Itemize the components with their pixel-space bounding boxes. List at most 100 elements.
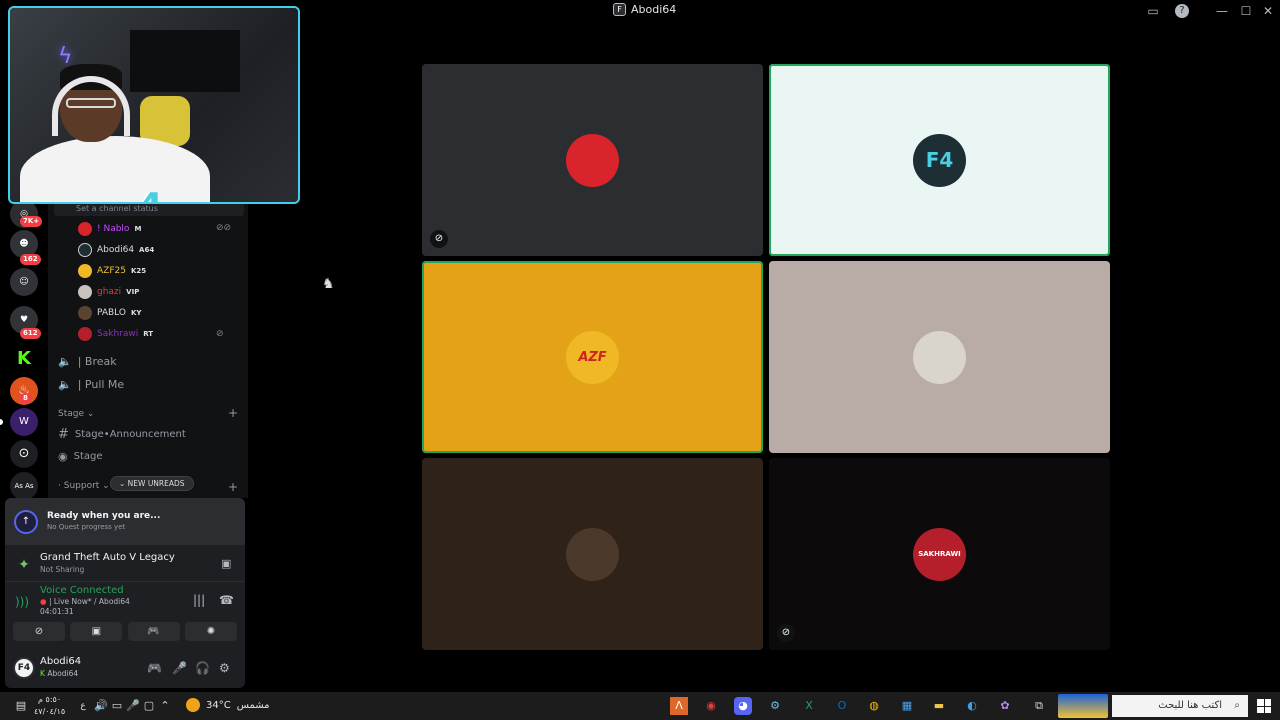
- soundboard-button[interactable]: ✺: [184, 622, 237, 641]
- windows-start-icon[interactable]: [1257, 699, 1271, 713]
- add-channel-icon[interactable]: +: [228, 406, 238, 420]
- voice-action-buttons: ⊘ ▣ 🎮 ✺: [13, 622, 237, 641]
- voice-member[interactable]: Abodi64 A64: [78, 240, 154, 260]
- app-icon[interactable]: ◉: [702, 697, 720, 715]
- copilot-icon[interactable]: ✿: [996, 697, 1014, 715]
- unread-badge: 8: [20, 393, 31, 404]
- chrome-icon[interactable]: ◍: [865, 697, 883, 715]
- store-icon[interactable]: ▦: [898, 697, 916, 715]
- kick-icon: K: [40, 669, 45, 678]
- voice-channel-break[interactable]: 🔈 | Break: [58, 351, 117, 371]
- voice-member[interactable]: ! Nablo M: [78, 219, 141, 239]
- server-folder-icon[interactable]: As As: [10, 472, 38, 500]
- discord-window: F Abodi64 ▭ ? — ☐ ✕ ◎ 7K+ ☻ 162 ☺ ♥ 612 …: [0, 0, 1280, 692]
- voice-member[interactable]: PABLO KY: [78, 303, 141, 323]
- headphones-icon[interactable]: 🎧: [195, 661, 210, 675]
- notifications-icon[interactable]: ▤: [12, 697, 30, 715]
- user-status-text: Abodi64: [47, 669, 79, 678]
- member-tag: VIP: [126, 288, 140, 296]
- avatar[interactable]: F4: [13, 657, 35, 679]
- channel-status-field[interactable]: Set a channel status: [54, 202, 244, 216]
- video-tile[interactable]: F4: [769, 64, 1110, 256]
- current-user: F4 Abodi64 K Abodi64 🎮 🎤 🎧 ⚙: [5, 653, 245, 687]
- category-support[interactable]: · Support ⌄: [58, 481, 110, 491]
- taskbar-clock[interactable]: ٥:٥٠ م ٤٧/٠٤/١٥: [34, 694, 65, 718]
- game-icon: ✦: [18, 557, 30, 573]
- channel-name: | Pull Me: [77, 377, 125, 391]
- edge-icon[interactable]: ◐: [963, 697, 981, 715]
- disconnect-icon[interactable]: ☎: [219, 593, 234, 607]
- close-button[interactable]: ✕: [1256, 2, 1280, 20]
- new-unreads-pill[interactable]: ⌄ NEW UNREADS: [110, 476, 194, 491]
- member-name: AZF25: [97, 266, 126, 276]
- avatar: [78, 243, 92, 257]
- voice-channel-pull-me[interactable]: 🔈 | Pull Me: [58, 374, 124, 394]
- webcam-overlay: ϟ 4: [8, 6, 300, 204]
- participant-avatar: AZF: [566, 331, 619, 384]
- member-tag: K25: [130, 267, 147, 275]
- channel-sidebar: Set a channel status ! Nablo M ⊘⊘ Abodi6…: [48, 200, 248, 498]
- maximize-button[interactable]: ☐: [1234, 2, 1258, 20]
- window-title-text: Abodi64: [631, 3, 677, 16]
- task-view-icon[interactable]: ⧉: [1030, 697, 1048, 715]
- outlook-icon[interactable]: O: [833, 697, 851, 715]
- user-panel: ↑ Ready when you are... No Quest progres…: [5, 498, 245, 688]
- kick-server-icon[interactable]: K: [10, 345, 38, 373]
- member-name: ! Nablo: [97, 224, 130, 234]
- user-name[interactable]: Abodi64: [40, 656, 81, 667]
- server-folder-icon[interactable]: ☺: [10, 268, 38, 296]
- share-screen-icon[interactable]: ▣: [221, 557, 231, 570]
- avatar: [78, 306, 92, 320]
- inbox-icon[interactable]: ▭: [1145, 3, 1161, 19]
- video-tile[interactable]: SAKHRAWI ⊘: [769, 458, 1110, 650]
- activities-button[interactable]: 🎮: [127, 622, 180, 641]
- voice-member[interactable]: Sakhrawi RT: [78, 324, 153, 344]
- participant-avatar: [913, 331, 966, 384]
- widgets-thumbnail[interactable]: [1058, 694, 1108, 718]
- weather-widget[interactable]: 34°C مشمس: [186, 698, 270, 712]
- w-server-icon[interactable]: W: [10, 408, 38, 436]
- member-name: Sakhrawi: [97, 329, 139, 339]
- screen-share-button[interactable]: ▣: [70, 622, 123, 641]
- discover-icon[interactable]: ⊙: [10, 440, 38, 468]
- discord-taskbar-icon[interactable]: ◕: [734, 697, 752, 715]
- user-status: K Abodi64: [40, 669, 78, 678]
- game-controller-icon[interactable]: 🎮: [147, 661, 162, 675]
- live-dot-icon: ●: [40, 597, 47, 606]
- quest-icon: ↑: [14, 510, 38, 534]
- sun-icon: [186, 698, 200, 712]
- video-tile[interactable]: [422, 458, 763, 650]
- voice-timer: 04:01:31: [40, 607, 74, 616]
- app-icon[interactable]: Λ: [670, 697, 688, 715]
- excel-icon[interactable]: X: [800, 697, 818, 715]
- member-tag: KY: [130, 309, 142, 317]
- minimize-button[interactable]: —: [1210, 2, 1234, 20]
- file-explorer-icon[interactable]: ▬: [930, 697, 948, 715]
- camera-off-button[interactable]: ⊘: [13, 622, 65, 641]
- show-hidden-icons[interactable]: ⌃: [156, 697, 174, 715]
- stage-channel[interactable]: ◉ Stage: [58, 446, 103, 466]
- member-name: PABLO: [97, 308, 126, 318]
- category-stage[interactable]: Stage ⌄: [58, 409, 94, 419]
- settings-gear-icon[interactable]: ⚙: [219, 661, 230, 675]
- windows-taskbar: ▤ ٥:٥٠ م ٤٧/٠٤/١٥ ع 🔊 ▭ 🎤 ▢ ⌃ 34°C مشمس …: [0, 692, 1280, 720]
- signal-icon[interactable]: ))): [12, 592, 32, 612]
- add-channel-icon[interactable]: +: [228, 480, 238, 494]
- text-channel-stage-announcement[interactable]: # Stage•Announcement: [58, 424, 186, 444]
- voice-member[interactable]: ghazi VIP: [78, 282, 139, 302]
- video-tile[interactable]: ⊘: [422, 64, 763, 256]
- microphone-icon[interactable]: 🎤: [172, 661, 187, 675]
- voice-connected-label[interactable]: Voice Connected: [40, 585, 124, 596]
- help-icon[interactable]: ?: [1175, 4, 1189, 18]
- steam-icon[interactable]: ⚙: [766, 697, 784, 715]
- voice-channel-label[interactable]: ● | Live Now* / Abodi64: [40, 597, 130, 606]
- noise-suppression-icon[interactable]: |||: [193, 593, 205, 607]
- quest-banner[interactable]: ↑ Ready when you are... No Quest progres…: [5, 498, 245, 545]
- language-indicator[interactable]: ع: [74, 697, 92, 715]
- voice-member[interactable]: AZF25 K25: [78, 261, 146, 281]
- video-tile[interactable]: [769, 261, 1110, 453]
- member-tag: A64: [139, 246, 155, 254]
- hash-icon: #: [58, 426, 69, 442]
- taskbar-search[interactable]: اكتب هنا للبحث ⌕: [1112, 695, 1248, 717]
- video-tile[interactable]: AZF: [422, 261, 763, 453]
